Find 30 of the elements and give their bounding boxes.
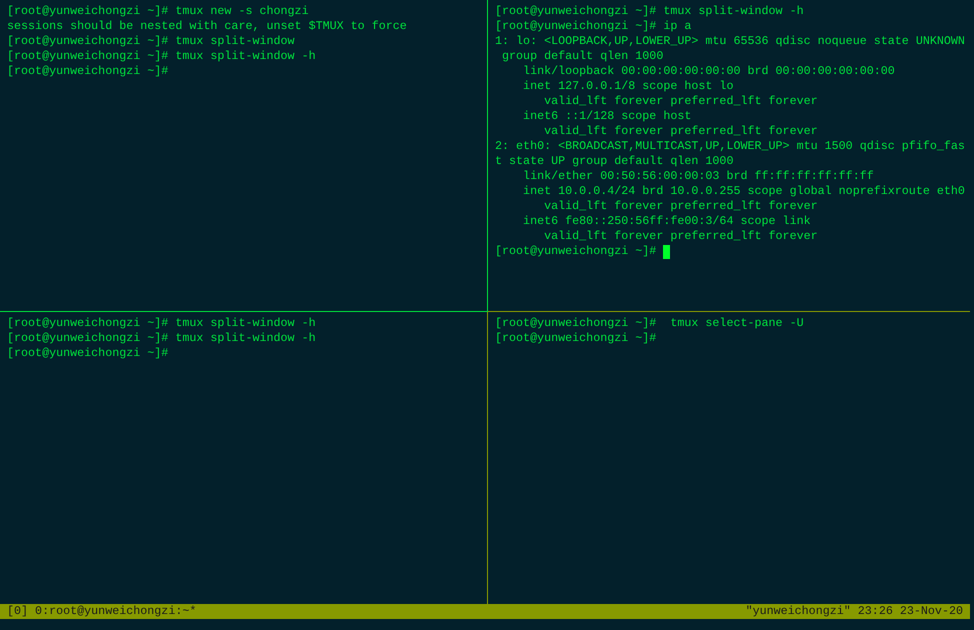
terminal-line: inet 127.0.0.1/8 scope host lo xyxy=(522,79,734,94)
terminal-line: 1: lo: <LOOPBACK,UP,LOWER_UP> mtu 65536 qdisc noqueue state UNKNOWN xyxy=(495,34,965,49)
terminal-line: [root@yunweichongzi ~]# tmux split-window xyxy=(7,34,295,49)
terminal-line: t state UP group default qlen 1000 xyxy=(495,154,734,169)
terminal-line: inet6 fe80::250:56ff:fe00:3/64 scope link xyxy=(522,214,811,229)
terminal-line: [root@yunweichongzi ~]# xyxy=(495,331,656,346)
terminal-line: [root@yunweichongzi ~]# xyxy=(7,64,168,79)
window-list: [0] 0:root@yunweichongzi:~* xyxy=(7,604,196,619)
terminal-line: link/loopback 00:00:00:00:00:00 brd 00:00:00:00:00:00 xyxy=(522,64,895,79)
terminal-line: link/ether 00:50:56:00:00:03 brd ff:ff:ff:ff:ff:ff xyxy=(522,169,874,184)
terminal-line: sessions should be nested with care, unset $TMUX to force xyxy=(7,19,407,34)
terminal-line: [root@yunweichongzi ~]# tmux split-window -h xyxy=(7,49,316,64)
terminal-line: inet6 ::1/128 scope host xyxy=(522,109,692,124)
terminal-line: valid_lft forever preferred_lft forever xyxy=(543,199,818,214)
status-info: "yunweichongzi" 23:26 23-Nov-20 xyxy=(746,604,963,619)
terminal-line: [root@yunweichongzi ~]# ip a xyxy=(495,19,692,34)
terminal-line: valid_lft forever preferred_lft forever xyxy=(543,229,818,244)
terminal-line: group default qlen 1000 xyxy=(501,49,664,64)
terminal-line: [root@yunweichongzi ~]# xyxy=(495,244,656,259)
terminal-line: inet 10.0.0.4/24 brd 10.0.0.255 scope global noprefixroute eth0 xyxy=(522,184,965,199)
terminal-line: [root@yunweichongzi ~]# tmux split-window -h xyxy=(7,316,316,331)
terminal-line: valid_lft forever preferred_lft forever xyxy=(543,94,818,109)
terminal-line: 2: eth0: <BROADCAST,MULTICAST,UP,LOWER_UP> mtu 1500 qdisc pfifo_fas xyxy=(495,139,965,154)
terminal-line: [root@yunweichongzi ~]# tmux split-window -h xyxy=(7,331,316,346)
terminal-line: [root@yunweichongzi ~]# xyxy=(7,346,168,361)
cursor xyxy=(663,244,670,258)
terminal-line: [root@yunweichongzi ~]# tmux new -s chongzi xyxy=(7,4,309,19)
terminal-line: [root@yunweichongzi ~]# tmux select-pane -U xyxy=(495,316,804,331)
terminal-line: [root@yunweichongzi ~]# tmux split-window -h xyxy=(495,4,804,19)
terminal-line: valid_lft forever preferred_lft forever xyxy=(543,124,818,139)
